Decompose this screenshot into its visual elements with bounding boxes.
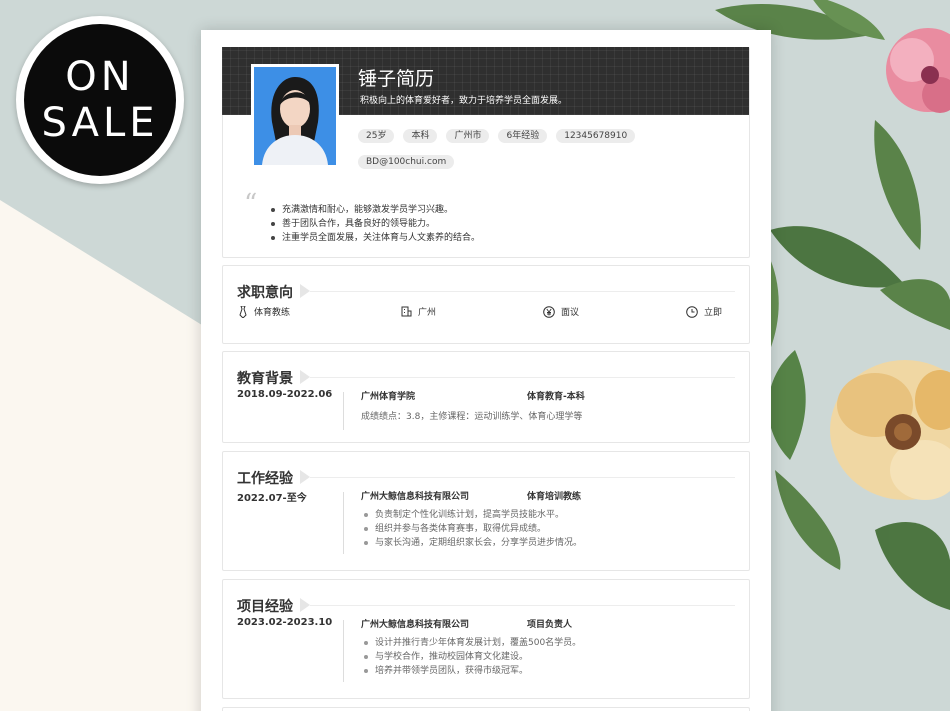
education-detail: 成绩绩点：3.8，主修课程：运动训练学、体育心理学等 [361,412,583,422]
badge-line-2: SALE [41,100,159,146]
tie-icon [239,305,247,318]
work-bullet: 与家长沟通，定期组织家长会，分享学员进步情况。 [361,536,582,550]
section-divider [310,291,735,292]
intent-availability: 立即 [686,305,722,318]
timeline-line [343,492,344,554]
section-arrow-icon [300,284,310,298]
profile-photo [251,64,339,168]
work-bullet: 组织并参与各类体育赛事，取得优异成绩。 [361,522,582,536]
summary-item: 善于团队合作，具备良好的领导能力。 [270,217,480,231]
intent-title: 求职意向 [237,285,293,301]
tag-city: 广州市 [446,129,490,143]
work-title: 工作经验 [237,471,293,487]
work-bullets: 负责制定个性化训练计划，提高学员技能水平。 组织并参与各类体育赛事，取得优异成绩… [361,508,582,550]
quote-icon: “ [244,189,258,219]
project-company: 广州大鲸信息科技有限公司 [361,620,470,630]
clock-icon [686,305,698,318]
intent-position: 体育教练 [238,305,290,318]
project-bullets: 设计并推行青少年体育发展计划，覆盖500名学员。 与学校合作，推动校园体育文化建… [361,636,581,678]
badge-line-1: ON [65,54,135,100]
project-role: 项目负责人 [527,620,573,630]
intent-city: 广州 [401,305,436,318]
section-arrow-icon [300,370,310,384]
intent-city-label: 广州 [418,308,437,318]
section-divider [310,605,735,606]
project-title: 项目经验 [237,599,293,615]
sale-badge: ON SALE [16,16,184,184]
intent-salary: 面议 [543,305,579,318]
work-role: 体育培训教练 [527,492,582,502]
education-major: 体育教育-本科 [527,392,585,402]
intent-salary-label: 面议 [561,308,580,318]
work-bullet: 负责制定个性化训练计划，提高学员技能水平。 [361,508,582,522]
section-arrow-icon [300,470,310,484]
tag-experience: 6年经验 [498,129,548,143]
intent-position-label: 体育教练 [254,308,291,318]
resume-name: 锤子简历 [358,68,435,90]
project-bullet: 培养并带领学员团队，获得市级冠军。 [361,664,581,678]
education-title: 教育背景 [237,371,293,387]
tag-email: BD@100chui.com [358,155,455,169]
project-bullet: 设计并推行青少年体育发展计划，覆盖500名学员。 [361,636,581,650]
yen-icon [543,305,555,318]
project-bullet: 与学校合作，推动校园体育文化建设。 [361,650,581,664]
tag-phone: 12345678910 [556,129,636,143]
profile-tags: 25岁 本科 广州市 6年经验 12345678910 BD@100chui.com [358,123,678,175]
section-arrow-icon [300,598,310,612]
timeline-line [343,392,344,430]
timeline-line [343,620,344,682]
summary-item: 注重学员全面发展，关注体育与人文素养的结合。 [270,231,480,245]
building-icon [401,306,412,317]
intent-card [222,265,750,344]
tag-age: 25岁 [358,129,395,143]
work-company: 广州大鲸信息科技有限公司 [361,492,470,502]
resume-tagline: 积极向上的体育爱好者，致力于培养学员全面发展。 [360,96,568,106]
section-divider [310,477,735,478]
next-card [222,707,750,711]
summary-item: 充满激情和耐心，能够激发学员学习兴趣。 [270,203,480,217]
intent-availability-label: 立即 [704,308,723,318]
education-date: 2018.09-2022.06 [237,389,333,400]
work-date: 2022.07-至今 [237,493,307,504]
tag-degree: 本科 [403,129,438,143]
education-school: 广州体育学院 [361,392,416,402]
project-date: 2023.02-2023.10 [237,617,333,628]
portrait-image [254,67,336,165]
summary-list: 充满激情和耐心，能够激发学员学习兴趣。 善于团队合作，具备良好的领导能力。 注重… [270,203,480,245]
section-divider [310,377,735,378]
